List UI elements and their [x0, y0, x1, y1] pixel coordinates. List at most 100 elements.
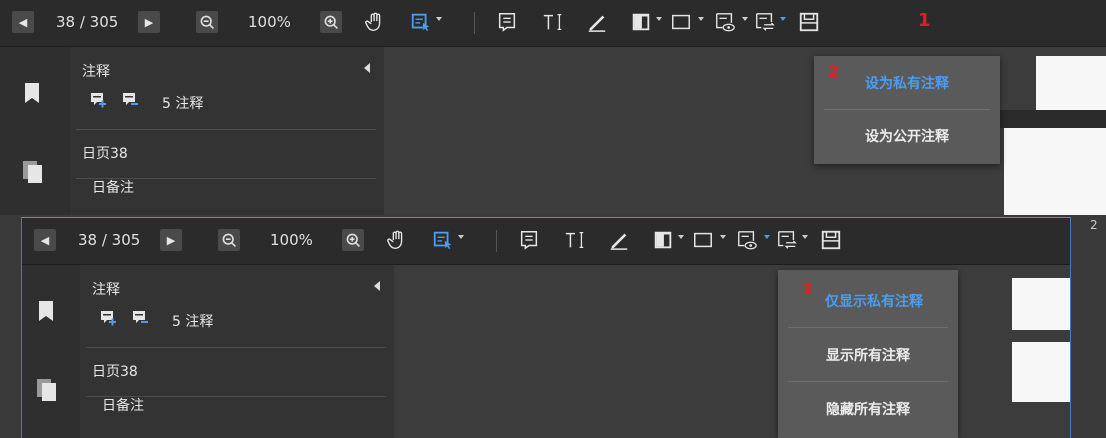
bookmark-icon[interactable]: [24, 82, 40, 104]
hand-tool-button[interactable]: [362, 8, 388, 36]
save-icon: [821, 230, 841, 250]
note-icon: [520, 231, 538, 250]
highlight-area-tool-button[interactable]: [628, 8, 654, 36]
chevron-down-icon[interactable]: [678, 234, 684, 240]
pencil-tool-button[interactable]: [606, 226, 632, 254]
expand-all-icon[interactable]: [88, 91, 108, 111]
select-annotation-button[interactable]: [430, 226, 456, 254]
chevron-down-icon[interactable]: [436, 16, 442, 22]
step-marker-1: 1: [918, 10, 931, 31]
collapse-panel-icon[interactable]: [364, 63, 370, 73]
comment-eye-icon: [716, 13, 735, 32]
pages-icon[interactable]: [22, 160, 44, 184]
zoom-out-button[interactable]: [196, 11, 218, 33]
prev-page-button[interactable]: ◀: [12, 11, 34, 33]
chevron-down-icon[interactable]: [742, 16, 748, 22]
pencil-icon: [588, 15, 606, 32]
menu-divider: [788, 381, 948, 382]
text-box-tool-button[interactable]: [540, 8, 566, 36]
pencil-icon: [610, 233, 628, 250]
annotation-display-button[interactable]: [734, 226, 760, 254]
show-private-only-item[interactable]: 仅显示私有注释: [778, 278, 958, 324]
zoom-in-button[interactable]: [320, 11, 342, 33]
next-page-button[interactable]: ▶: [160, 229, 182, 251]
viewer-window-top: ◀ 38 / 305 ▶ 100% 1 注释 5 注释 日页38 日备注 2 设…: [0, 0, 1106, 215]
annotation-visibility-menu: 2 设为私有注释 设为公开注释: [814, 56, 1000, 164]
rectangle-tool-button[interactable]: [690, 226, 716, 254]
tree-node-page[interactable]: 日页38: [82, 143, 128, 163]
chevron-down-icon[interactable]: [656, 16, 662, 22]
zoom-in-button[interactable]: [342, 229, 364, 251]
note-tool-button[interactable]: [494, 8, 520, 36]
chevron-down-icon[interactable]: [720, 234, 726, 240]
menu-divider: [788, 327, 948, 328]
highlight-block-icon: [654, 231, 672, 249]
annotation-visibility-button[interactable]: [774, 226, 800, 254]
hide-all-annotations-item[interactable]: 隐藏所有注释: [778, 386, 958, 432]
collapse-all-icon[interactable]: [130, 309, 150, 329]
document-page-fragment: [1004, 128, 1106, 215]
annotation-count: 5 注释: [172, 314, 214, 330]
annotation-panel: 注释 5 注释 日页38 日备注: [70, 47, 384, 215]
tree-node-note[interactable]: 日备注: [92, 177, 134, 197]
collapse-panel-icon[interactable]: [374, 281, 380, 291]
annotation-panel: 注释 5 注释 日页38 日备注: [80, 265, 394, 438]
zoom-out-icon: [200, 15, 214, 29]
chevron-down-icon[interactable]: [698, 16, 704, 22]
text-box-tool-button[interactable]: [562, 226, 588, 254]
select-annotation-button[interactable]: [408, 8, 434, 36]
document-shadow: [1000, 110, 1106, 128]
comment-eye-icon: [738, 231, 757, 250]
triangle-left-icon: ◀: [40, 233, 50, 247]
panel-title: 注释: [92, 282, 120, 298]
collapse-all-icon[interactable]: [120, 91, 140, 111]
chevron-down-icon[interactable]: [458, 234, 464, 240]
tree-node-page[interactable]: 日页38: [92, 361, 138, 381]
chevron-down-icon[interactable]: [764, 234, 770, 240]
expand-all-icon[interactable]: [98, 309, 118, 329]
toolbar: ◀ 38 / 305 ▶ 100%: [22, 218, 1070, 265]
toolbar: ◀ 38 / 305 ▶ 100%: [0, 0, 1106, 47]
toolbar-divider: [474, 12, 475, 34]
next-page-button[interactable]: ▶: [138, 11, 160, 33]
prev-page-button[interactable]: ◀: [34, 229, 56, 251]
show-all-annotations-item[interactable]: 显示所有注释: [778, 332, 958, 378]
zoom-out-button[interactable]: [218, 229, 240, 251]
zoom-in-icon: [346, 233, 360, 247]
save-button[interactable]: [818, 226, 844, 254]
set-private-annotation-item[interactable]: 设为私有注释: [814, 60, 1000, 106]
pencil-tool-button[interactable]: [584, 8, 610, 36]
rectangle-icon: [672, 14, 690, 30]
highlight-area-tool-button[interactable]: [650, 226, 676, 254]
annotation-visibility-button[interactable]: [752, 8, 778, 36]
text-cursor-icon: [565, 232, 584, 248]
bookmark-icon[interactable]: [38, 300, 54, 322]
hand-tool-button[interactable]: [384, 226, 410, 254]
menu-divider: [824, 109, 990, 110]
save-icon: [799, 12, 819, 32]
annotation-count: 5 注释: [162, 96, 204, 112]
zoom-level[interactable]: 100%: [270, 226, 313, 254]
rectangle-tool-button[interactable]: [668, 8, 694, 36]
pages-icon[interactable]: [36, 378, 58, 402]
set-public-annotation-item[interactable]: 设为公开注释: [814, 113, 1000, 159]
tree-node-note[interactable]: 日备注: [102, 395, 144, 415]
note-tool-button[interactable]: [516, 226, 542, 254]
triangle-right-icon: ▶: [144, 15, 154, 29]
note-icon: [498, 13, 516, 32]
left-icon-bar: [0, 47, 70, 215]
page-indicator[interactable]: 38 / 305: [78, 226, 140, 254]
divider: [76, 129, 376, 130]
annotation-display-menu: 3 仅显示私有注释 显示所有注释 隐藏所有注释: [778, 270, 958, 438]
zoom-level[interactable]: 100%: [248, 8, 291, 36]
rectangle-icon: [694, 232, 712, 248]
chevron-down-icon[interactable]: [802, 234, 808, 240]
triangle-left-icon: ◀: [18, 15, 28, 29]
annotation-display-button[interactable]: [712, 8, 738, 36]
comment-transfer-icon: [778, 231, 797, 249]
document-page-fragment: [1012, 278, 1070, 330]
save-button[interactable]: [796, 8, 822, 36]
chevron-down-icon[interactable]: [780, 16, 786, 22]
select-annotation-icon: [433, 231, 452, 250]
page-indicator[interactable]: 38 / 305: [56, 8, 118, 36]
